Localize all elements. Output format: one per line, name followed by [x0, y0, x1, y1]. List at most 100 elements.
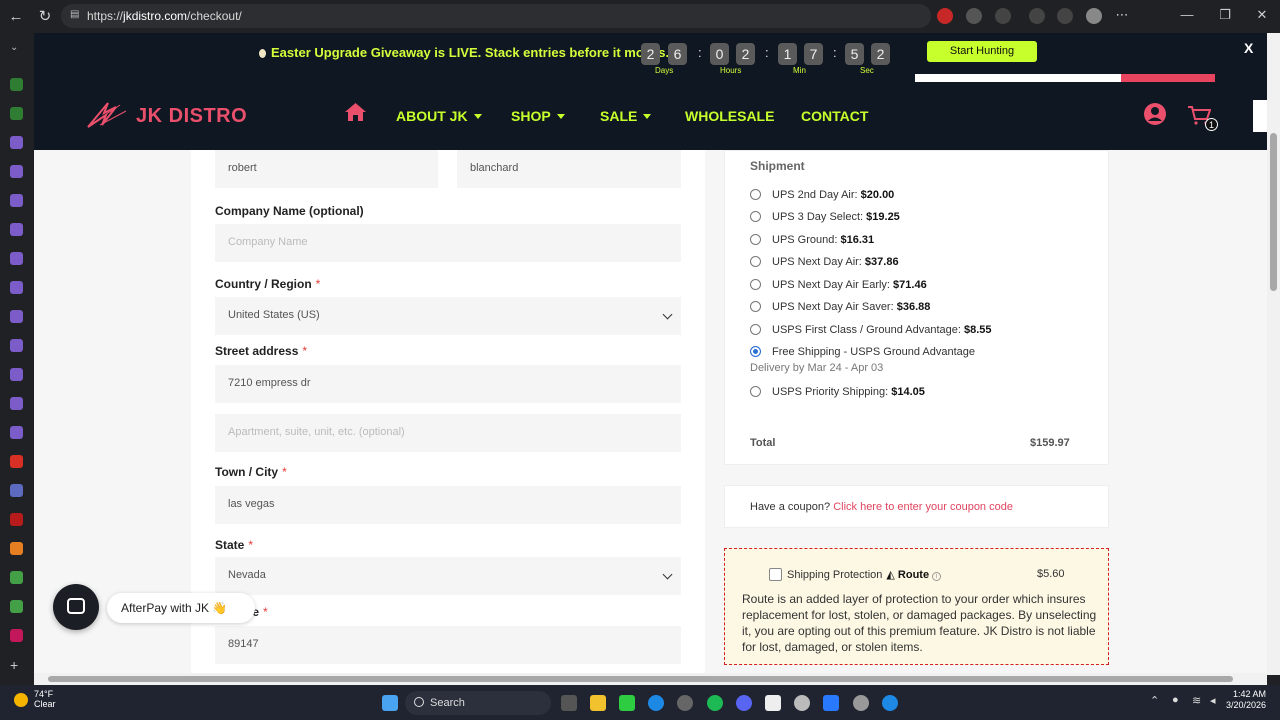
nav-sale[interactable]: SALE: [600, 108, 652, 124]
chat-launcher-button[interactable]: [53, 584, 99, 630]
tray-chevron-icon[interactable]: ⌃: [1150, 694, 1159, 707]
scrollbar-thumb[interactable]: [1270, 133, 1277, 291]
tab-icon[interactable]: [10, 513, 23, 526]
nav-about[interactable]: ABOUT JK: [396, 108, 482, 124]
microphone-icon[interactable]: ●: [1172, 694, 1179, 706]
volume-icon[interactable]: ◂: [1210, 694, 1216, 707]
tab-icon[interactable]: [10, 252, 23, 265]
start-hunting-button[interactable]: Start Hunting: [927, 41, 1037, 62]
home-icon[interactable]: [344, 102, 367, 122]
extension-icon[interactable]: [995, 8, 1011, 24]
start-icon[interactable]: [382, 695, 398, 711]
nav-wholesale[interactable]: WHOLESALE: [685, 108, 774, 124]
country-select[interactable]: United States (US): [215, 297, 681, 335]
weather-icon[interactable]: [14, 693, 28, 707]
photos-icon[interactable]: [823, 695, 839, 711]
tab-icon[interactable]: [10, 484, 23, 497]
shipping-option[interactable]: USPS Priority Shipping: $14.05: [750, 386, 925, 398]
back-icon[interactable]: ←: [6, 7, 26, 27]
shipping-option[interactable]: UPS 3 Day Select: $19.25: [750, 211, 900, 223]
reload-icon[interactable]: ↻: [35, 7, 55, 27]
taskbar-search[interactable]: Search: [405, 691, 551, 715]
tab-icon[interactable]: [10, 223, 23, 236]
minimize-icon[interactable]: —: [1177, 7, 1197, 22]
scrollbar-thumb[interactable]: [48, 676, 1233, 682]
last-name-field[interactable]: blanchard: [457, 150, 681, 188]
tab-icon[interactable]: [10, 629, 23, 642]
side-tab[interactable]: [1253, 100, 1267, 132]
tab-icon[interactable]: [10, 426, 23, 439]
more-menu-icon[interactable]: ⋯: [1112, 7, 1132, 23]
radio-button[interactable]: [750, 211, 761, 222]
app-icon[interactable]: [882, 695, 898, 711]
radio-button[interactable]: [750, 324, 761, 335]
shipping-option[interactable]: UPS 2nd Day Air: $20.00: [750, 189, 894, 201]
tab-icon[interactable]: [10, 339, 23, 352]
app-icon[interactable]: [619, 695, 635, 711]
shipping-protection-checkbox[interactable]: [769, 568, 782, 581]
nav-contact[interactable]: CONTACT: [801, 108, 868, 124]
horizontal-scrollbar[interactable]: [34, 673, 1267, 685]
vertical-scrollbar[interactable]: [1267, 33, 1280, 675]
account-icon[interactable]: [1144, 103, 1166, 125]
app-icon[interactable]: [677, 695, 693, 711]
site-info-icon[interactable]: ▤: [70, 9, 80, 21]
tab-icon[interactable]: [10, 455, 23, 468]
shipping-option[interactable]: UPS Next Day Air Saver: $36.88: [750, 301, 930, 313]
company-field[interactable]: Company Name: [215, 224, 681, 262]
info-icon[interactable]: i: [932, 572, 942, 581]
settings-icon[interactable]: [794, 695, 810, 711]
file-explorer-icon[interactable]: [590, 695, 606, 711]
tab-icon[interactable]: [10, 571, 23, 584]
extension-icon[interactable]: [966, 8, 982, 24]
system-clock[interactable]: 1:42 AM 3/20/2026: [1226, 689, 1266, 711]
tab-icon[interactable]: [10, 397, 23, 410]
maximize-icon[interactable]: ❐: [1215, 7, 1235, 23]
chat-greeting[interactable]: AfterPay with JK 👋: [107, 593, 255, 623]
tab-icon[interactable]: [10, 310, 23, 323]
nav-shop[interactable]: SHOP: [511, 108, 565, 124]
first-name-field[interactable]: robert: [215, 150, 438, 188]
street-address-field[interactable]: 7210 empress dr: [215, 365, 681, 403]
zip-field[interactable]: 89147: [215, 626, 681, 664]
tab-icon[interactable]: [10, 368, 23, 381]
city-field[interactable]: las vegas: [215, 486, 681, 524]
shipping-option[interactable]: USPS First Class / Ground Advantage: $8.…: [750, 324, 992, 336]
state-select[interactable]: Nevada: [215, 557, 681, 595]
tab-icon[interactable]: [10, 542, 23, 555]
shipping-option[interactable]: UPS Ground: $16.31: [750, 234, 874, 246]
edge-icon[interactable]: [648, 695, 664, 711]
shipping-option-selected[interactable]: Free Shipping - USPS Ground Advantage: [750, 346, 975, 358]
radio-button[interactable]: [750, 234, 761, 245]
profile-avatar[interactable]: [1086, 8, 1102, 24]
discord-icon[interactable]: [736, 695, 752, 711]
tab-icon[interactable]: [10, 107, 23, 120]
tab-icon[interactable]: [10, 165, 23, 178]
radio-button[interactable]: [750, 256, 761, 267]
tab-icon[interactable]: [10, 136, 23, 149]
weather-text[interactable]: 74°F Clear: [34, 689, 56, 709]
radio-button[interactable]: [750, 189, 761, 200]
tab-icon[interactable]: [10, 281, 23, 294]
tab-icon[interactable]: [10, 78, 23, 91]
tab-icon[interactable]: [10, 194, 23, 207]
apartment-field[interactable]: Apartment, suite, unit, etc. (optional): [215, 414, 681, 452]
wifi-icon[interactable]: ≋: [1192, 694, 1201, 707]
radio-button[interactable]: [750, 301, 761, 312]
extension-icon[interactable]: [1029, 8, 1045, 24]
radio-button[interactable]: [750, 279, 761, 290]
task-view-icon[interactable]: [561, 695, 577, 711]
spotify-icon[interactable]: [707, 695, 723, 711]
shipping-option[interactable]: UPS Next Day Air: $37.86: [750, 256, 899, 268]
app-icon[interactable]: [853, 695, 869, 711]
new-tab-icon[interactable]: +: [10, 658, 23, 672]
notepad-icon[interactable]: [765, 695, 781, 711]
favorites-icon[interactable]: [1057, 8, 1073, 24]
tab-icon[interactable]: [10, 600, 23, 613]
coupon-link[interactable]: Click here to enter your coupon code: [833, 501, 1013, 513]
radio-button-selected[interactable]: [750, 346, 761, 357]
close-window-icon[interactable]: ✕: [1252, 7, 1272, 23]
chevron-down-icon[interactable]: ⌄: [10, 42, 23, 55]
shipping-option[interactable]: UPS Next Day Air Early: $71.46: [750, 279, 927, 291]
radio-button[interactable]: [750, 386, 761, 397]
